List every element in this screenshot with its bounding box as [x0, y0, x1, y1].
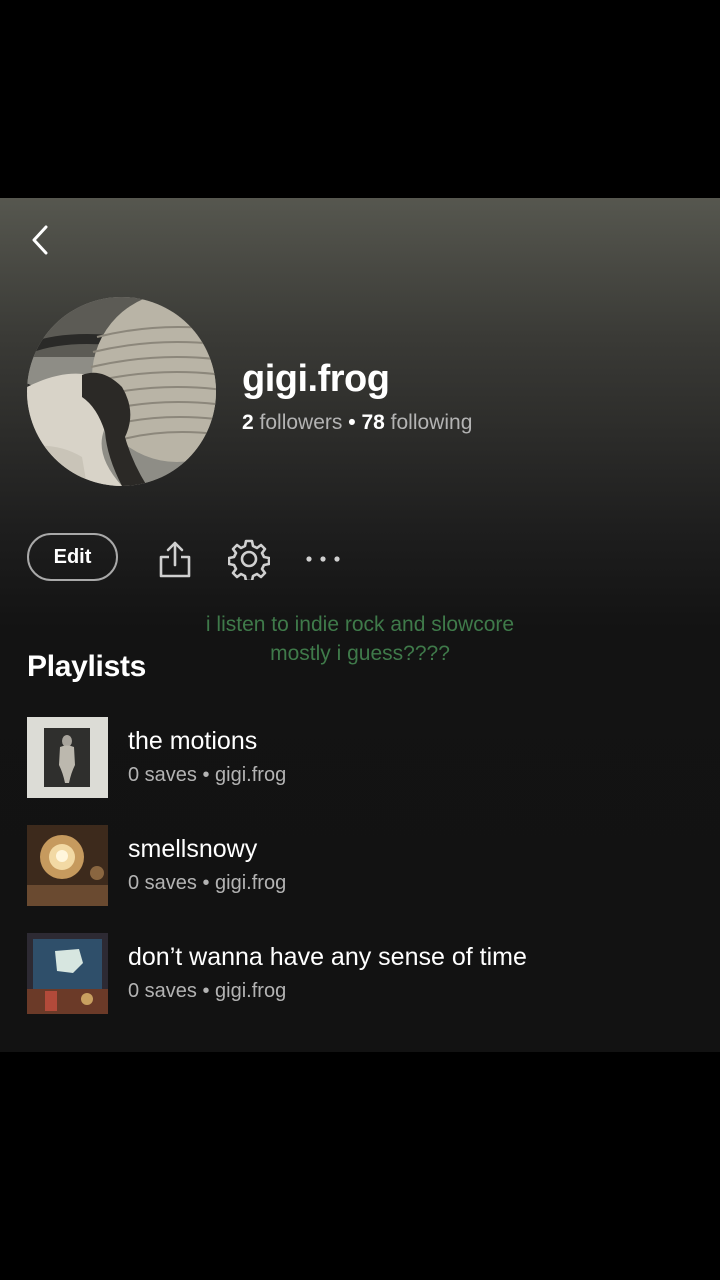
- profile-username: gigi.frog: [242, 358, 390, 400]
- share-button[interactable]: [153, 537, 197, 581]
- following-label: following: [390, 411, 473, 434]
- followers-link[interactable]: 2 followers: [242, 411, 342, 434]
- avatar: [27, 297, 216, 486]
- playlist-item[interactable]: smellsnowy 0 saves • gigi.frog: [27, 825, 687, 907]
- followers-count: 2: [242, 411, 254, 434]
- playlist-meta: 0 saves • gigi.frog: [128, 764, 287, 786]
- playlist-meta: 0 saves • gigi.frog: [128, 980, 287, 1002]
- following-count: 78: [361, 411, 385, 434]
- stats-separator: •: [348, 411, 356, 434]
- playlist-title: don’t wanna have any sense of time: [128, 943, 527, 971]
- profile-stats: 2 followers • 78 following: [242, 411, 472, 435]
- share-icon: [159, 541, 191, 578]
- more-horizontal-icon: [306, 556, 340, 562]
- more-options-button[interactable]: [301, 537, 345, 581]
- settings-button[interactable]: [227, 537, 271, 581]
- edit-button[interactable]: Edit: [27, 533, 118, 581]
- gear-icon: [228, 539, 270, 580]
- profile-screen: gigi.frog 2 followers • 78 following Edi…: [0, 198, 720, 1052]
- profile-bio: i listen to indie rock and slowcore most…: [205, 613, 515, 665]
- playlist-meta: 0 saves • gigi.frog: [128, 872, 287, 894]
- playlist-title: the motions: [128, 727, 258, 755]
- followers-label: followers: [259, 411, 343, 434]
- playlist-cover: [27, 825, 108, 906]
- profile-actions: Edit: [27, 533, 707, 585]
- playlist-item[interactable]: the motions 0 saves • gigi.frog: [27, 717, 687, 799]
- playlist-title: smellsnowy: [128, 835, 258, 863]
- playlist-item[interactable]: don’t wanna have any sense of time 0 sav…: [27, 933, 687, 1015]
- following-link[interactable]: 78 following: [361, 411, 472, 434]
- playlists-heading: Playlists: [27, 650, 147, 683]
- playlist-cover: [27, 717, 108, 798]
- back-button[interactable]: [22, 220, 58, 260]
- chevron-left-icon: [32, 225, 48, 255]
- playlist-cover: [27, 933, 108, 1014]
